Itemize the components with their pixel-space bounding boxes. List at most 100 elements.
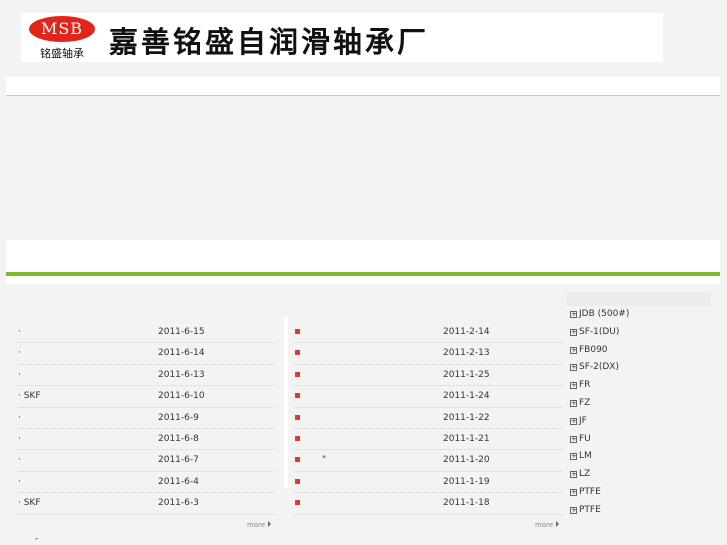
list-item[interactable]: · SKF 2011-6-3 <box>18 493 276 515</box>
list-item[interactable]: 2011-1-19 <box>295 472 563 494</box>
list-item[interactable]: 2011-1-25 <box>295 365 563 387</box>
product-item[interactable]: + PTFE <box>570 505 629 523</box>
product-item[interactable]: + FU <box>570 434 629 452</box>
news-list-left: · 2011-6-15 · 2011-6-14 · 2011-6-13 · SKF 20… <box>18 322 276 515</box>
bullet-arrow-icon <box>295 393 300 399</box>
list-item[interactable]: 2011-1-21 <box>295 429 563 451</box>
expand-icon[interactable]: + <box>570 417 577 425</box>
list-item[interactable]: · 2011-6-4 <box>18 472 276 494</box>
news-list-right: 2011-2-14 2011-2-13 2011-1-25 2011-1-24 … <box>295 322 563 515</box>
news-date: 2011-2-14 <box>443 327 490 337</box>
bullet-arrow-icon <box>295 478 300 484</box>
product-item[interactable]: + SF-2(DX) <box>570 362 629 380</box>
news-date: 2011-6-4 <box>158 476 199 487</box>
expand-icon[interactable]: + <box>570 346 577 354</box>
list-item[interactable]: · 2011-6-14 <box>18 343 276 365</box>
bullet-arrow-icon <box>295 329 300 334</box>
list-item[interactable]: · 2011-6-15 <box>18 322 276 344</box>
arrow-right-icon <box>556 521 560 527</box>
news-title[interactable]: " <box>322 455 326 465</box>
news-title[interactable]: · <box>18 477 21 487</box>
product-label[interactable]: PTFE <box>579 505 601 515</box>
product-item[interactable]: + JF <box>570 416 629 434</box>
product-item[interactable]: + FR <box>570 380 629 398</box>
news-date: 2011-6-10 <box>158 391 205 402</box>
news-date: 2011-1-20 <box>443 455 490 466</box>
news-title[interactable]: · <box>18 455 21 465</box>
news-title[interactable]: · <box>18 370 21 380</box>
news-date: 2011-1-18 <box>443 498 490 509</box>
product-list-header <box>566 292 711 306</box>
news-date: 2011-2-13 <box>443 348 490 359</box>
more-label: more <box>535 521 554 529</box>
list-item[interactable]: · 2011-6-7 <box>18 450 276 472</box>
product-label[interactable]: FR <box>579 380 590 390</box>
list-item[interactable]: · SKF 2011-6-10 <box>18 386 276 408</box>
expand-icon[interactable]: + <box>570 311 577 318</box>
news-title[interactable]: · <box>18 434 21 444</box>
product-category-list: + JDB (500#) + SF-1(DU) + FB090 + SF-2(DX) +… <box>570 309 629 523</box>
content-strip <box>6 276 720 284</box>
product-item[interactable]: + JDB (500#) <box>570 309 629 327</box>
expand-icon[interactable]: + <box>570 364 577 372</box>
bullet-arrow-icon <box>295 350 300 356</box>
expand-icon[interactable]: + <box>570 506 577 514</box>
product-item[interactable]: + FB090 <box>570 345 629 363</box>
logo-subtitle: 铭盛轴承 <box>40 47 84 60</box>
news-date: 2011-1-22 <box>443 412 490 423</box>
news-title[interactable]: · <box>18 348 21 358</box>
site-header: MSB 铭盛轴承 嘉善铭盛自润滑轴承厂 <box>21 13 663 62</box>
list-item[interactable]: 2011-1-22 <box>295 408 563 429</box>
bullet-arrow-icon <box>295 371 300 377</box>
list-item[interactable]: 2011-2-14 <box>295 322 563 344</box>
expand-icon[interactable]: + <box>570 471 577 479</box>
product-label[interactable]: PTFE <box>579 487 601 497</box>
news-date: 2011-6-3 <box>158 498 199 509</box>
product-item[interactable]: + FZ <box>570 398 629 416</box>
news-title[interactable]: · <box>18 327 21 337</box>
expand-icon[interactable]: + <box>570 435 577 443</box>
bullet-arrow-icon <box>295 457 300 463</box>
expand-icon[interactable]: + <box>570 453 577 461</box>
news-title[interactable]: · <box>18 413 21 423</box>
list-item[interactable]: · 2011-6-13 <box>18 365 276 387</box>
product-item[interactable]: + LM <box>570 451 629 469</box>
company-logo[interactable]: MSB 铭盛轴承 <box>21 13 100 62</box>
product-label[interactable]: FZ <box>579 398 590 408</box>
product-item[interactable]: + LZ <box>570 469 629 487</box>
more-label: more <box>247 521 266 529</box>
news-title[interactable]: · SKF <box>18 391 41 401</box>
product-label[interactable]: FU <box>579 434 591 444</box>
arrow-right-icon <box>268 521 272 527</box>
product-label[interactable]: LM <box>579 451 592 461</box>
list-item[interactable]: " 2011-1-20 <box>295 450 563 472</box>
list-item[interactable]: · 2011-6-8 <box>18 429 276 451</box>
more-link-left[interactable]: more <box>247 521 272 529</box>
expand-icon[interactable]: + <box>570 328 577 336</box>
news-date: 2011-1-19 <box>443 476 490 487</box>
product-label[interactable]: FB090 <box>579 345 608 355</box>
product-item[interactable]: + PTFE <box>570 487 629 505</box>
product-label[interactable]: JF <box>579 416 587 426</box>
expand-icon[interactable]: + <box>570 488 577 496</box>
list-item[interactable]: 2011-1-18 <box>295 493 563 515</box>
more-link-right[interactable]: more <box>535 521 560 529</box>
news-date: 2011-1-25 <box>443 369 490 380</box>
product-label[interactable]: SF-2(DX) <box>579 362 619 372</box>
news-date: 2011-6-7 <box>158 455 199 466</box>
logo-badge: MSB <box>29 16 95 42</box>
product-label[interactable]: SF-1(DU) <box>579 327 619 337</box>
product-label[interactable]: LZ <box>579 469 590 479</box>
product-item[interactable]: + SF-1(DU) <box>570 327 629 345</box>
content-band <box>6 240 720 272</box>
news-title[interactable]: · SKF <box>18 498 41 508</box>
bullet-arrow-icon <box>295 414 300 420</box>
expand-icon[interactable]: + <box>570 399 577 407</box>
list-item[interactable]: · 2011-6-9 <box>18 408 276 429</box>
list-item[interactable]: 2011-2-13 <box>295 343 563 365</box>
product-label[interactable]: JDB (500#) <box>579 309 629 319</box>
bullet-arrow-icon <box>295 500 300 506</box>
expand-icon[interactable]: + <box>570 382 577 390</box>
list-item[interactable]: 2011-1-24 <box>295 386 563 408</box>
news-date: 2011-6-13 <box>158 369 205 380</box>
